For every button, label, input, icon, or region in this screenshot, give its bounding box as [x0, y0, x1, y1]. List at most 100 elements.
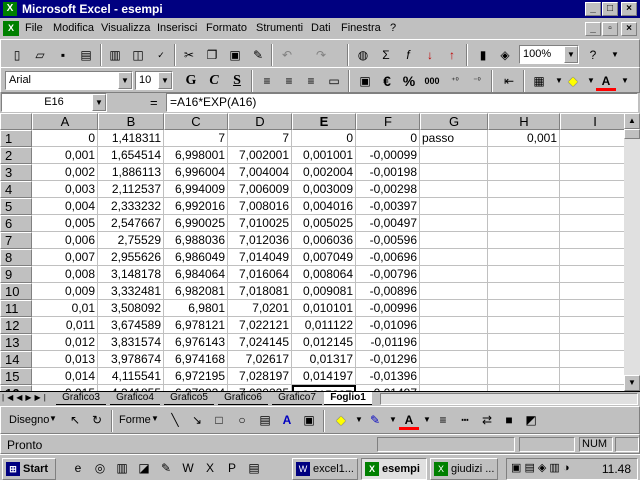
- cell-e1[interactable]: 0: [292, 130, 356, 147]
- excel-app-icon[interactable]: X: [3, 2, 17, 16]
- row-header[interactable]: 9: [0, 266, 32, 283]
- cell-h5[interactable]: [488, 198, 560, 215]
- cell-g12[interactable]: [420, 317, 488, 334]
- cell-a2[interactable]: 0,001: [32, 147, 98, 164]
- cell-b12[interactable]: 3,674589: [98, 317, 164, 334]
- cell-a3[interactable]: 0,002: [32, 164, 98, 181]
- sort-ascending-icon[interactable]: ↓: [420, 45, 440, 65]
- cell-a10[interactable]: 0,009: [32, 283, 98, 300]
- cell-b6[interactable]: 2,547667: [98, 215, 164, 232]
- cell-f7[interactable]: -0,00596: [356, 232, 420, 249]
- cell-e11[interactable]: 0,010101: [292, 300, 356, 317]
- name-box[interactable]: E16 ▼: [1, 93, 107, 112]
- cell-g3[interactable]: [420, 164, 488, 181]
- cell-c11[interactable]: 6,9801: [164, 300, 228, 317]
- cell-d4[interactable]: 7,006009: [228, 181, 292, 198]
- tab-grafico3[interactable]: Grafico3: [56, 392, 106, 405]
- cell-a15[interactable]: 0,014: [32, 368, 98, 385]
- scroll-thumb[interactable]: [624, 129, 640, 139]
- zoom-select[interactable]: 100% ▼: [519, 45, 579, 64]
- cell-a14[interactable]: 0,013: [32, 351, 98, 368]
- cell-f6[interactable]: -0,00497: [356, 215, 420, 232]
- cell-c14[interactable]: 6,974168: [164, 351, 228, 368]
- italic-button[interactable]: C: [204, 71, 224, 91]
- row-header[interactable]: 8: [0, 249, 32, 266]
- web-toolbar-icon[interactable]: ◍: [353, 45, 373, 65]
- cell-i3[interactable]: [560, 164, 624, 181]
- cell-h15[interactable]: [488, 368, 560, 385]
- task-excel1[interactable]: Wexcel1...: [292, 458, 358, 480]
- column-header-h[interactable]: H: [488, 113, 560, 130]
- cell-b2[interactable]: 1,654514: [98, 147, 164, 164]
- cell-c13[interactable]: 6,976143: [164, 334, 228, 351]
- cell-e14[interactable]: 0,01317: [292, 351, 356, 368]
- cell-i12[interactable]: [560, 317, 624, 334]
- cell-g9[interactable]: [420, 266, 488, 283]
- print-preview-icon[interactable]: ▥: [105, 45, 125, 65]
- cell-h12[interactable]: [488, 317, 560, 334]
- cell-i11[interactable]: [560, 300, 624, 317]
- align-left-icon[interactable]: ≡: [257, 71, 277, 91]
- line-icon[interactable]: ╲: [165, 410, 185, 430]
- cell-i5[interactable]: [560, 198, 624, 215]
- close-button[interactable]: ×: [621, 2, 637, 16]
- column-header-a[interactable]: A: [32, 113, 98, 130]
- tab-navigation[interactable]: |◀◀▶▶|: [2, 393, 49, 402]
- scroll-up-icon[interactable]: ▲: [624, 113, 640, 129]
- arrow-style-icon[interactable]: ⇄: [477, 410, 497, 430]
- cell-d15[interactable]: 7,028197: [228, 368, 292, 385]
- cell-b11[interactable]: 3,508092: [98, 300, 164, 317]
- cell-i4[interactable]: [560, 181, 624, 198]
- column-header-e[interactable]: E: [292, 113, 356, 130]
- cell-h11[interactable]: [488, 300, 560, 317]
- column-header-c[interactable]: C: [164, 113, 228, 130]
- cell-i6[interactable]: [560, 215, 624, 232]
- sort-descending-icon[interactable]: ↑: [442, 45, 462, 65]
- cell-e8[interactable]: 0,007049: [292, 249, 356, 266]
- task-giudizi[interactable]: Xgiudizi ...: [430, 458, 498, 480]
- row-header[interactable]: 2: [0, 147, 32, 164]
- cell-h13[interactable]: [488, 334, 560, 351]
- cell-b8[interactable]: 2,955626: [98, 249, 164, 266]
- cell-c4[interactable]: 6,994009: [164, 181, 228, 198]
- euro-button[interactable]: €: [377, 71, 397, 91]
- cell-g4[interactable]: [420, 181, 488, 198]
- currency-icon[interactable]: ▣: [355, 71, 375, 91]
- cell-b13[interactable]: 3,831574: [98, 334, 164, 351]
- help-icon[interactable]: ?: [583, 45, 603, 65]
- shadow-icon[interactable]: ■: [499, 410, 519, 430]
- open-icon[interactable]: ▱: [30, 45, 50, 65]
- cell-c10[interactable]: 6,982081: [164, 283, 228, 300]
- cell-c7[interactable]: 6,988036: [164, 232, 228, 249]
- chevron-down-icon[interactable]: ▼: [151, 414, 159, 423]
- cell-b5[interactable]: 2,333232: [98, 198, 164, 215]
- cell-i2[interactable]: [560, 147, 624, 164]
- dash-style-icon[interactable]: ┅: [455, 410, 475, 430]
- row-header[interactable]: 15: [0, 368, 32, 385]
- cell-a8[interactable]: 0,007: [32, 249, 98, 266]
- tab-grafico5[interactable]: Grafico5: [164, 392, 214, 405]
- workbook-icon[interactable]: X: [3, 21, 19, 36]
- cell-h14[interactable]: [488, 351, 560, 368]
- cell-f9[interactable]: -0,00796: [356, 266, 420, 283]
- doc-restore-button[interactable]: ▫: [602, 22, 618, 36]
- fill-color-icon[interactable]: ◆: [563, 71, 583, 91]
- thousands-button[interactable]: 000: [422, 71, 442, 91]
- cell-e4[interactable]: 0,003009: [292, 181, 356, 198]
- cell-h7[interactable]: [488, 232, 560, 249]
- column-header-b[interactable]: B: [98, 113, 164, 130]
- cell-b10[interactable]: 3,332481: [98, 283, 164, 300]
- cell-d8[interactable]: 7,014049: [228, 249, 292, 266]
- cell-d5[interactable]: 7,008016: [228, 198, 292, 215]
- cell-h10[interactable]: [488, 283, 560, 300]
- cell-f3[interactable]: -0,00198: [356, 164, 420, 181]
- column-header-f[interactable]: F: [356, 113, 420, 130]
- cell-g13[interactable]: [420, 334, 488, 351]
- textbox-icon[interactable]: ▤: [255, 410, 275, 430]
- cell-a1[interactable]: 0: [32, 130, 98, 147]
- cell-a13[interactable]: 0,012: [32, 334, 98, 351]
- cell-e6[interactable]: 0,005025: [292, 215, 356, 232]
- line-style-icon[interactable]: ≡: [433, 410, 453, 430]
- autosum-icon[interactable]: Σ: [376, 45, 396, 65]
- menu-dati[interactable]: Dati: [311, 22, 331, 34]
